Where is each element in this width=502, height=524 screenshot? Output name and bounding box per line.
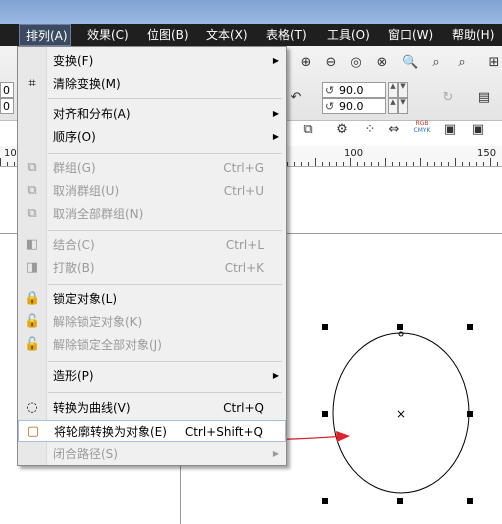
menu-item-ungroup-all[interactable]: ⧉ 取消全部群组(N) (18, 203, 286, 225)
unlock-all-icon: 🔓 (24, 337, 41, 352)
menu-item-break-apart[interactable]: ◨ 打散(B) Ctrl+K (18, 257, 286, 279)
selection-handle[interactable] (467, 324, 473, 330)
menu-separator (48, 153, 282, 154)
selection-handle[interactable] (467, 498, 473, 504)
selection-handle[interactable] (322, 324, 328, 330)
ungroup-all-icon: ⧉ (27, 206, 37, 221)
menu-item-order[interactable]: 顺序(O) ▶ (18, 126, 286, 148)
unlock-icon: 🔓 (24, 314, 41, 329)
group-icon: ⧉ (27, 160, 37, 175)
menu-item-convert-to-curves[interactable]: ◌ 转换为曲线(V) Ctrl+Q (18, 397, 286, 419)
lock-icon: 🔒 (24, 291, 41, 306)
menu-item-close-path[interactable]: 闭合路径(S) ▶ (18, 443, 286, 465)
menu-separator (48, 392, 282, 393)
outline-to-object-icon: ▢ (26, 424, 40, 439)
menu-separator (48, 230, 282, 231)
menu-separator (48, 361, 282, 362)
selection-handle[interactable] (467, 411, 473, 417)
menu-item-clear-transform[interactable]: ⌗ 清除变换(M) (18, 73, 286, 95)
selection-handle[interactable] (322, 498, 328, 504)
menu-item-shaping[interactable]: 造形(P) ▶ (18, 365, 286, 387)
menu-item-unlock-all[interactable]: 🔓 解除锁定全部对象(J) (18, 334, 286, 356)
menu-item-ungroup[interactable]: ⧉ 取消群组(U) Ctrl+U (18, 180, 286, 202)
menu-item-unlock-object[interactable]: 🔓 解除锁定对象(K) (18, 311, 286, 333)
menu-separator (48, 98, 282, 99)
selection-handle[interactable] (397, 324, 403, 330)
annotation-arrowhead (336, 431, 350, 442)
selection-handle[interactable] (397, 498, 403, 504)
selection-handle[interactable] (322, 411, 328, 417)
convert-to-curves-icon: ◌ (26, 400, 38, 415)
menu-item-align-distribute[interactable]: 对齐和分布(A) ▶ (18, 103, 286, 125)
menu-item-outline-to-object[interactable]: ▢ 将轮廓转换为对象(E) Ctrl+Shift+Q (18, 420, 286, 442)
menu-separator (48, 284, 282, 285)
clear-transform-icon: ⌗ (28, 76, 36, 91)
menu-item-lock-object[interactable]: 🔒 锁定对象(L) (18, 288, 286, 310)
menu-item-group[interactable]: ⧉ 群组(G) Ctrl+G (18, 157, 286, 179)
menu-item-transform[interactable]: 变换(F) ▶ (18, 50, 286, 72)
arrange-dropdown-menu: 变换(F) ▶ ⌗ 清除变换(M) 对齐和分布(A) ▶ 顺序(O) ▶ ⧉ 群组(G… (17, 46, 287, 466)
ungroup-icon: ⧉ (27, 183, 37, 198)
center-marker-icon: × (396, 407, 406, 421)
menu-item-combine[interactable]: ◧ 结合(C) Ctrl+L (18, 234, 286, 256)
combine-icon: ◧ (25, 237, 39, 252)
break-apart-icon: ◨ (25, 260, 39, 275)
